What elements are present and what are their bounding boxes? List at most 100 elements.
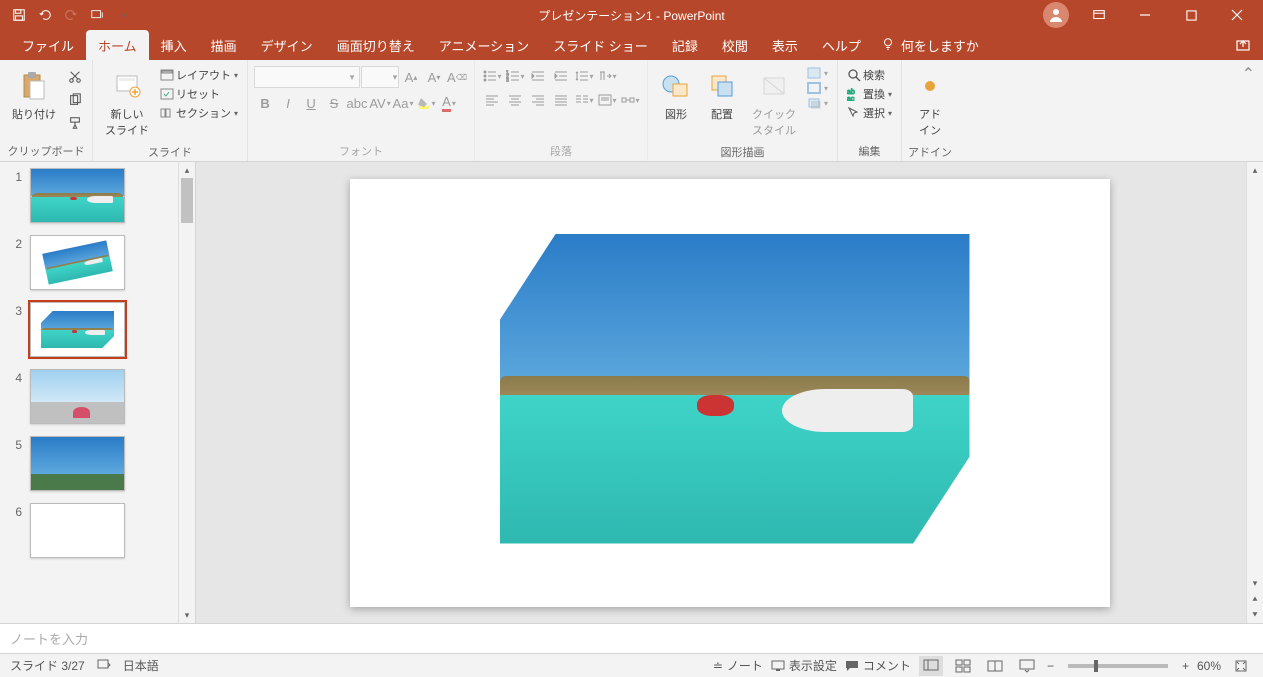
copy-icon[interactable]: [64, 89, 86, 111]
indent-decrease-icon[interactable]: [527, 66, 549, 86]
strike-icon[interactable]: S: [323, 92, 345, 114]
start-from-beginning-icon[interactable]: [86, 4, 108, 26]
reading-view-icon[interactable]: [983, 656, 1007, 676]
italic-icon[interactable]: I: [277, 92, 299, 114]
tab-view[interactable]: 表示: [760, 30, 810, 61]
display-settings[interactable]: 表示設定: [771, 657, 837, 674]
account-avatar-icon[interactable]: [1043, 2, 1069, 28]
arrange-button[interactable]: 配置: [700, 66, 744, 126]
shape-fill-icon[interactable]: ▾: [804, 66, 831, 80]
redo-icon[interactable]: [60, 4, 82, 26]
zoom-out-icon[interactable]: −: [1047, 659, 1054, 673]
tab-insert[interactable]: 挿入: [149, 30, 199, 61]
thumbnail-4[interactable]: 4: [10, 369, 174, 424]
numbering-icon[interactable]: 123▾: [504, 66, 526, 86]
tab-draw[interactable]: 描画: [199, 30, 249, 61]
highlight-icon[interactable]: ▾: [415, 92, 437, 114]
reset-button[interactable]: リセット: [157, 85, 241, 103]
clear-format-icon[interactable]: A⌫: [446, 66, 468, 88]
align-right-icon[interactable]: [527, 90, 549, 110]
indent-increase-icon[interactable]: [550, 66, 572, 86]
undo-icon[interactable]: [34, 4, 56, 26]
fit-to-window-icon[interactable]: [1229, 656, 1253, 676]
columns-icon[interactable]: ▾: [573, 90, 595, 110]
scroll-down-icon[interactable]: ▾: [1247, 575, 1263, 591]
bullets-icon[interactable]: ▾: [481, 66, 503, 86]
slide-indicator[interactable]: スライド 3/27: [10, 657, 85, 674]
slide-sorter-icon[interactable]: [951, 656, 975, 676]
shape-outline-icon[interactable]: ▾: [804, 81, 831, 95]
slideshow-view-icon[interactable]: [1015, 656, 1039, 676]
addins-button[interactable]: アド イン: [908, 66, 952, 142]
tab-animations[interactable]: アニメーション: [427, 30, 541, 61]
qat-dropdown-icon[interactable]: ▾: [113, 4, 135, 26]
font-size-input[interactable]: ▾: [361, 66, 399, 88]
replace-button[interactable]: abac置換▾: [844, 85, 895, 103]
tab-transitions[interactable]: 画面切り替え: [325, 30, 427, 61]
char-spacing-icon[interactable]: AV▾: [369, 92, 391, 114]
spellcheck-icon[interactable]: [97, 657, 111, 674]
decrease-font-icon[interactable]: A▾: [423, 66, 445, 88]
align-text-icon[interactable]: ▾: [596, 90, 618, 110]
minimize-icon[interactable]: [1123, 0, 1167, 30]
zoom-slider[interactable]: [1068, 664, 1168, 668]
prev-slide-icon[interactable]: ⯅: [1247, 591, 1263, 607]
slide-canvas[interactable]: [350, 179, 1110, 607]
save-icon[interactable]: [8, 4, 30, 26]
scroll-up-icon[interactable]: ▴: [1247, 162, 1263, 178]
new-slide-button[interactable]: 新しい スライド: [99, 66, 155, 142]
tab-slideshow[interactable]: スライド ショー: [541, 30, 660, 61]
shadow-icon[interactable]: abc: [346, 92, 368, 114]
comments-toggle[interactable]: コメント: [845, 657, 911, 674]
collapse-ribbon-icon[interactable]: ⌃: [1242, 60, 1263, 161]
change-case-icon[interactable]: Aa▾: [392, 92, 414, 114]
align-left-icon[interactable]: [481, 90, 503, 110]
font-name-input[interactable]: ▾: [254, 66, 360, 88]
tab-record[interactable]: 記録: [660, 30, 710, 61]
tab-review[interactable]: 校閲: [710, 30, 760, 61]
quick-styles-button[interactable]: クイック スタイル: [746, 66, 802, 142]
increase-font-icon[interactable]: A▴: [400, 66, 422, 88]
thumbnail-6[interactable]: 6: [10, 503, 174, 558]
tab-design[interactable]: デザイン: [249, 30, 325, 61]
scroll-down-icon[interactable]: ▾: [179, 607, 195, 623]
notes-pane[interactable]: ノートを入力: [0, 623, 1263, 653]
thumbnail-2[interactable]: 2: [10, 235, 174, 290]
format-painter-icon[interactable]: [64, 112, 86, 134]
paste-button[interactable]: 貼り付け: [6, 66, 62, 126]
find-button[interactable]: 検索: [844, 66, 888, 84]
text-direction-icon[interactable]: ▾: [596, 66, 618, 86]
scroll-up-icon[interactable]: ▴: [179, 162, 195, 178]
notes-toggle[interactable]: ≐ ノート: [713, 657, 763, 674]
zoom-level[interactable]: 60%: [1197, 659, 1221, 673]
zoom-in-icon[interactable]: +: [1182, 659, 1189, 673]
thumbnail-1[interactable]: 1: [10, 168, 174, 223]
next-slide-icon[interactable]: ⯆: [1247, 607, 1263, 623]
canvas-scrollbar[interactable]: ▴ ▾ ⯅ ⯆: [1246, 162, 1263, 623]
line-spacing-icon[interactable]: ▾: [573, 66, 595, 86]
underline-icon[interactable]: U: [300, 92, 322, 114]
normal-view-icon[interactable]: [919, 656, 943, 676]
thumbnail-scrollbar[interactable]: ▴ ▾: [178, 162, 195, 623]
bold-icon[interactable]: B: [254, 92, 276, 114]
justify-icon[interactable]: [550, 90, 572, 110]
shapes-button[interactable]: 図形: [654, 66, 698, 126]
close-icon[interactable]: [1215, 0, 1259, 30]
cut-icon[interactable]: [64, 66, 86, 88]
align-center-icon[interactable]: [504, 90, 526, 110]
layout-button[interactable]: レイアウト▾: [157, 66, 241, 84]
font-color-icon[interactable]: A▾: [438, 92, 460, 114]
shape-effects-icon[interactable]: ▾: [804, 96, 831, 110]
section-button[interactable]: セクション▾: [157, 104, 241, 122]
tab-file[interactable]: ファイル: [10, 30, 86, 61]
tell-me-search[interactable]: 何をしますか: [881, 36, 979, 55]
select-button[interactable]: 選択▾: [844, 104, 895, 122]
tab-help[interactable]: ヘルプ: [810, 30, 873, 61]
language-label[interactable]: 日本語: [123, 657, 159, 674]
share-button[interactable]: [1235, 37, 1263, 53]
maximize-icon[interactable]: [1169, 0, 1213, 30]
thumbnail-3[interactable]: 3: [10, 302, 174, 357]
smartart-icon[interactable]: ▾: [619, 90, 641, 110]
ribbon-display-options-icon[interactable]: [1077, 0, 1121, 30]
thumbnail-5[interactable]: 5: [10, 436, 174, 491]
